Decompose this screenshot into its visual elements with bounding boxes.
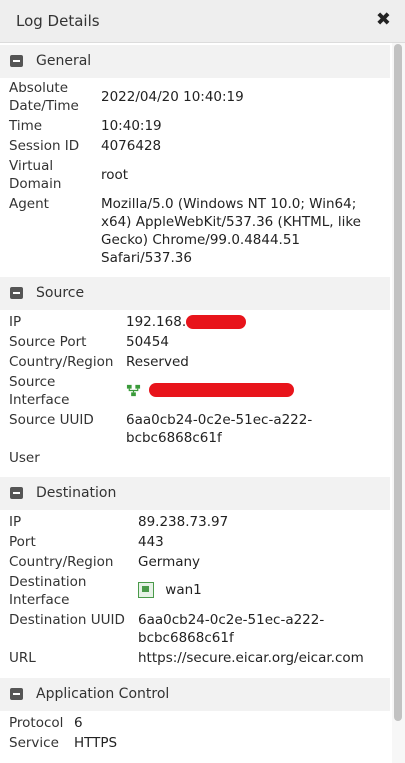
- field-value: 443: [138, 534, 164, 550]
- field-label: Destination UUID: [9, 612, 125, 628]
- field-value: wan1: [138, 581, 202, 599]
- field-label: IP: [9, 514, 22, 530]
- port-icon: [138, 582, 154, 598]
- log-details-header: Log Details ✖: [0, 0, 405, 43]
- field-label: Absolute Date/Time: [9, 80, 79, 114]
- close-icon[interactable]: ✖: [376, 9, 391, 30]
- network-interface-icon: [126, 384, 141, 396]
- field-value: https://secure.eicar.org/eicar.com: [138, 650, 364, 666]
- field-label: URL: [9, 650, 36, 666]
- section-title: General: [36, 53, 92, 69]
- field-label: Time: [9, 118, 43, 134]
- section-source-header[interactable]: Source: [0, 277, 390, 310]
- scrollbar-thumb[interactable]: [394, 44, 402, 721]
- panel-title: Log Details: [16, 12, 100, 30]
- collapse-icon[interactable]: [10, 55, 23, 67]
- field-label: Country/Region: [9, 354, 114, 370]
- field-value: 6aa0cb24-0c2e-51ec-a222-bcbc6868c61f: [138, 612, 325, 646]
- field-label: Protocol: [9, 715, 64, 731]
- field-value: Germany: [138, 554, 201, 570]
- field-value: 89.238.73.97: [138, 514, 229, 530]
- field-label: Session ID: [9, 138, 80, 154]
- redaction: [149, 383, 295, 397]
- field-value: Reserved: [126, 354, 189, 370]
- field-label: IP: [9, 314, 22, 330]
- field-label: Destination Interface: [9, 574, 87, 608]
- field-label: Source UUID: [9, 412, 94, 428]
- field-value: 50454: [126, 334, 169, 350]
- section-title: Application Control: [36, 686, 170, 702]
- interface-name: wan1: [165, 582, 202, 598]
- field-value: [126, 381, 295, 399]
- field-label: Agent: [9, 196, 49, 212]
- collapse-icon[interactable]: [10, 487, 23, 499]
- field-value: 6: [74, 715, 83, 731]
- field-label: Service: [9, 735, 59, 751]
- field-value: 10:40:19: [101, 118, 162, 134]
- field-value: Mozilla/5.0 (Windows NT 10.0; Win64; x64…: [101, 196, 361, 266]
- section-app-control-header[interactable]: Application Control: [0, 678, 390, 711]
- field-value: HTTPS: [74, 735, 118, 751]
- field-value: 2022/04/20 10:40:19: [101, 89, 244, 105]
- field-label: Source Port: [9, 334, 87, 350]
- field-label: Source Interface: [9, 374, 70, 408]
- collapse-icon[interactable]: [10, 688, 23, 700]
- section-destination-header[interactable]: Destination: [0, 477, 390, 510]
- field-label: User: [9, 450, 40, 466]
- field-value: 192.168.: [126, 313, 247, 331]
- field-value: root: [101, 167, 129, 183]
- source-ip: 192.168.: [126, 314, 187, 330]
- collapse-icon[interactable]: [10, 287, 23, 299]
- field-value: 6aa0cb24-0c2e-51ec-a222-bcbc6868c61f: [126, 412, 313, 446]
- field-label: Virtual Domain: [9, 158, 62, 192]
- log-details-body[interactable]: General Absolute Date/Time 2022/04/20 10…: [0, 43, 392, 763]
- field-label: Country/Region: [9, 554, 114, 570]
- field-value: 4076428: [101, 138, 162, 154]
- section-title: Source: [36, 285, 85, 301]
- section-general-header[interactable]: General: [0, 45, 390, 78]
- section-title: Destination: [36, 485, 117, 501]
- redaction: [186, 315, 247, 329]
- field-label: Port: [9, 534, 36, 550]
